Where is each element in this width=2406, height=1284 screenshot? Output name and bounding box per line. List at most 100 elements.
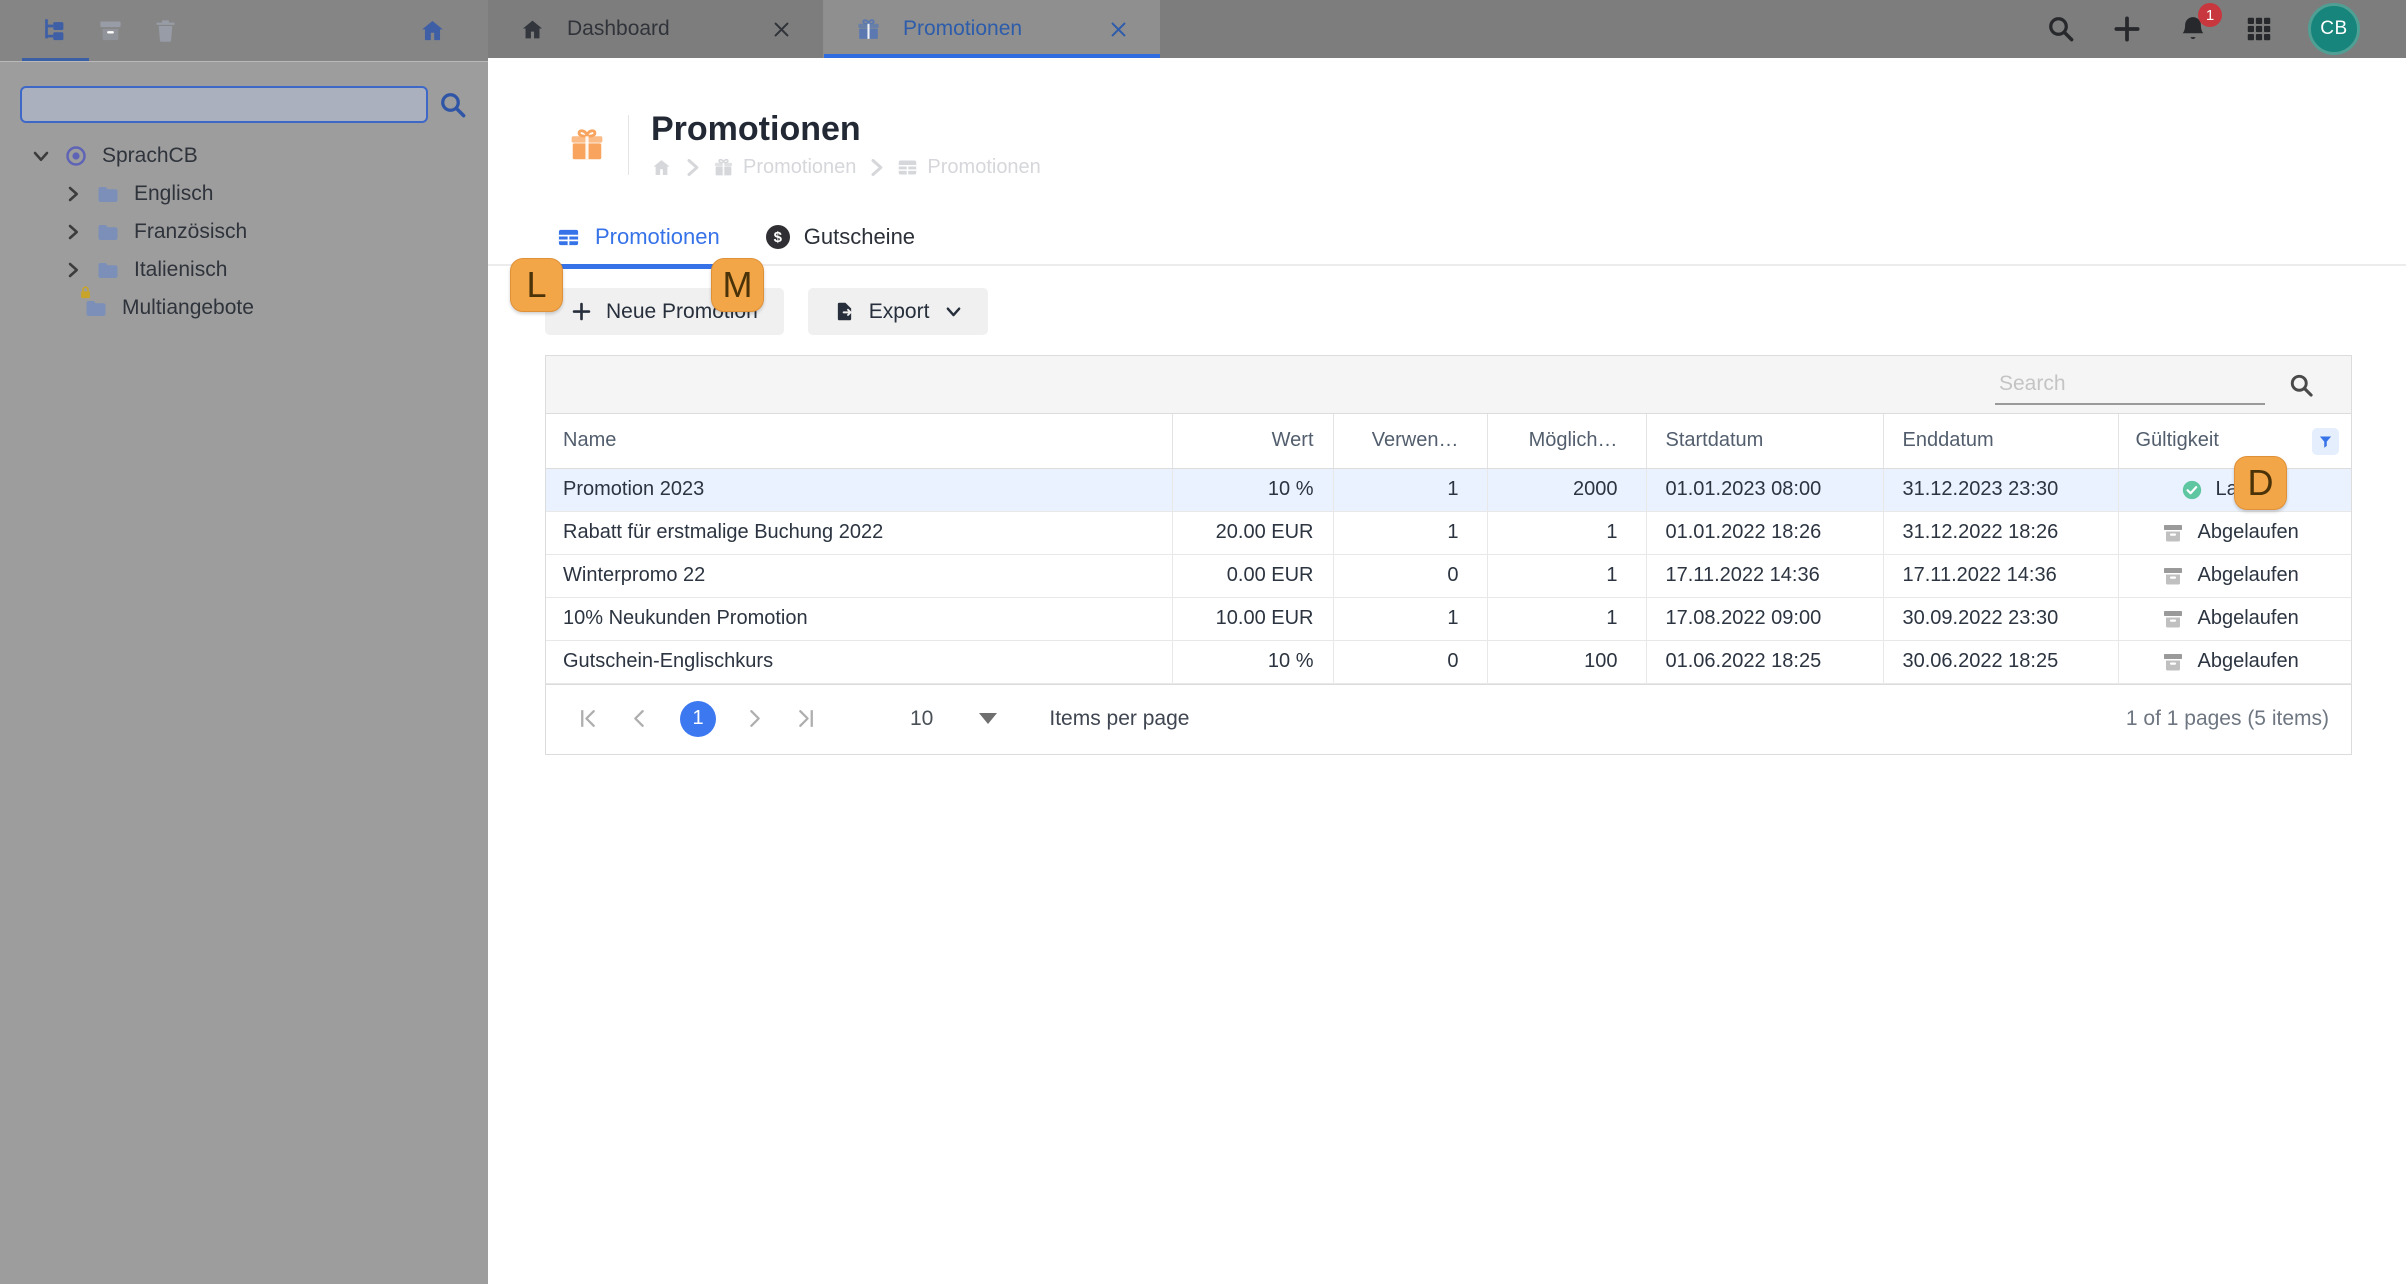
chevron-right-icon[interactable] [64,223,82,241]
last-page-button[interactable] [793,706,818,731]
dollar-badge-icon: $ [765,225,790,249]
filter-button[interactable] [2312,428,2339,455]
home-icon [520,17,545,42]
page-title: Promotionen [651,110,861,148]
notifications-button[interactable]: 1 [2178,3,2222,44]
cell-name: Rabatt für erstmalige Buchung 2022 [546,511,1173,555]
home-icon[interactable] [651,157,672,178]
next-page-button[interactable] [742,706,767,731]
previous-page-button[interactable] [627,706,652,731]
sidebar-search-input[interactable] [20,86,428,123]
tab-label: Dashboard [567,17,670,40]
column-header-gueltigkeit[interactable]: Gültigkeit [2118,414,2351,469]
apps-grid-icon [2244,14,2274,44]
cell-enddatum: 30.09.2022 23:30 [1883,597,2119,641]
tree-item-sprachcb[interactable]: SprachCB [0,137,488,175]
grid-pager: 1 10 Items per page 1 of 1 pages (5 item… [546,683,2351,753]
button-label: Export [868,299,930,323]
cell-name: Gutschein-Englischkurs [546,640,1173,684]
tab-gutscheine[interactable]: $ Gutscheine [765,224,915,267]
tree-item-franzoesisch[interactable]: Französisch [0,213,488,251]
export-button[interactable]: Export [807,288,989,335]
trash-button[interactable] [138,0,193,61]
cell-moeglich: 2000 [1487,468,1647,512]
column-header-verwendungen[interactable]: Verwen… [1333,414,1488,469]
close-icon[interactable] [772,20,791,39]
first-page-button[interactable] [576,706,601,731]
archive-icon [2161,607,2185,631]
table-row[interactable]: Promotion 2023 10 % 1 2000 01.01.2023 08… [546,468,2351,512]
column-header-startdatum[interactable]: Startdatum [1646,414,1884,469]
breadcrumb-item[interactable]: Promotionen [743,156,856,179]
avatar[interactable]: CB [2308,3,2360,55]
close-icon[interactable] [1109,20,1128,39]
cell-enddatum: 30.06.2022 18:25 [1883,640,2119,684]
tree-item-englisch[interactable]: Englisch [0,175,488,213]
cell-startdatum: 17.11.2022 14:36 [1646,554,1884,598]
sidebar-search [20,86,468,123]
home-icon [419,17,446,44]
export-icon [834,301,855,322]
folder-icon [96,220,120,244]
table-row[interactable]: Rabatt für erstmalige Buchung 2022 20.00… [546,511,2351,555]
tree-view-button[interactable] [22,0,89,61]
cell-status: Abgelaufen [2118,554,2351,598]
breadcrumb: Promotionen Promotionen [651,156,1041,179]
tree-item-multiangebote[interactable]: Multiangebote [0,289,488,327]
tree-item-italienisch[interactable]: Italienisch [0,251,488,289]
cell-enddatum: 17.11.2022 14:36 [1883,554,2119,598]
tab-dashboard[interactable]: Dashboard [488,0,824,58]
cell-wert: 10 % [1172,468,1334,512]
page-size-value: 10 [910,706,934,730]
table-row[interactable]: 10% Neukunden Promotion 10.00 EUR 1 1 17… [546,597,2351,641]
page-number-button[interactable]: 1 [680,700,716,737]
tree-icon [42,17,69,44]
status-label: Abgelaufen [2197,650,2299,672]
page-size-dropdown[interactable]: 10 [910,706,998,731]
column-header-wert[interactable]: Wert [1172,414,1334,469]
chevron-right-icon[interactable] [64,261,82,279]
folder-icon [96,182,120,206]
folder-icon [96,258,120,282]
tab-promotionen[interactable]: Promotionen [824,0,1160,58]
tab-promotionen-list[interactable]: Promotionen [545,224,734,269]
chevron-right-icon[interactable] [64,185,82,203]
cell-wert: 20.00 EUR [1172,511,1334,555]
search-icon[interactable] [2288,372,2315,399]
notification-badge: 1 [2198,3,2222,27]
tab-label: Promotionen [595,224,720,249]
cell-wert: 10 % [1172,640,1334,684]
status-label: Abgelaufen [2197,564,2299,586]
tree-item-label: Englisch [134,182,214,205]
tree-item-label: Italienisch [134,258,228,281]
pager-info: 1 of 1 pages (5 items) [2125,706,2329,730]
grid-toolbar [546,356,2351,414]
table-icon [897,157,918,178]
cell-verwendungen: 0 [1333,640,1488,684]
cell-status: Abgelaufen [2118,640,2351,684]
page-header: Promotionen Promotionen Promotionen [568,110,1041,179]
archive-icon [2161,564,2185,588]
column-header-name[interactable]: Name [546,414,1173,469]
global-search-button[interactable] [2046,14,2076,44]
cell-name: 10% Neukunden Promotion [546,597,1173,641]
search-icon[interactable] [438,90,468,120]
table-row[interactable]: Winterpromo 22 0.00 EUR 0 1 17.11.2022 1… [546,554,2351,598]
chevron-down-icon[interactable] [32,147,50,165]
apps-menu-button[interactable] [2244,14,2274,44]
cell-verwendungen: 1 [1333,597,1488,641]
sidebar: SprachCB Englisch Französisch Italienisc… [0,0,488,1284]
grid-search-input[interactable] [1995,365,2265,403]
cell-moeglich: 100 [1487,640,1647,684]
column-header-enddatum[interactable]: Enddatum [1883,414,2119,469]
breadcrumb-item[interactable]: Promotionen [927,156,1040,179]
column-header-moeglich[interactable]: Möglich… [1487,414,1647,469]
archive-button[interactable] [83,0,138,61]
table-row[interactable]: Gutschein-Englischkurs 10 % 0 100 01.06.… [546,640,2351,684]
status-label: Abgelaufen [2197,521,2299,543]
sidebar-home-button[interactable] [405,0,460,61]
promotions-grid: Name Wert Verwen… Möglich… Startdatum En… [545,355,2352,755]
cell-verwendungen: 1 [1333,511,1488,555]
cell-wert: 10.00 EUR [1172,597,1334,641]
add-button[interactable] [2112,14,2142,44]
